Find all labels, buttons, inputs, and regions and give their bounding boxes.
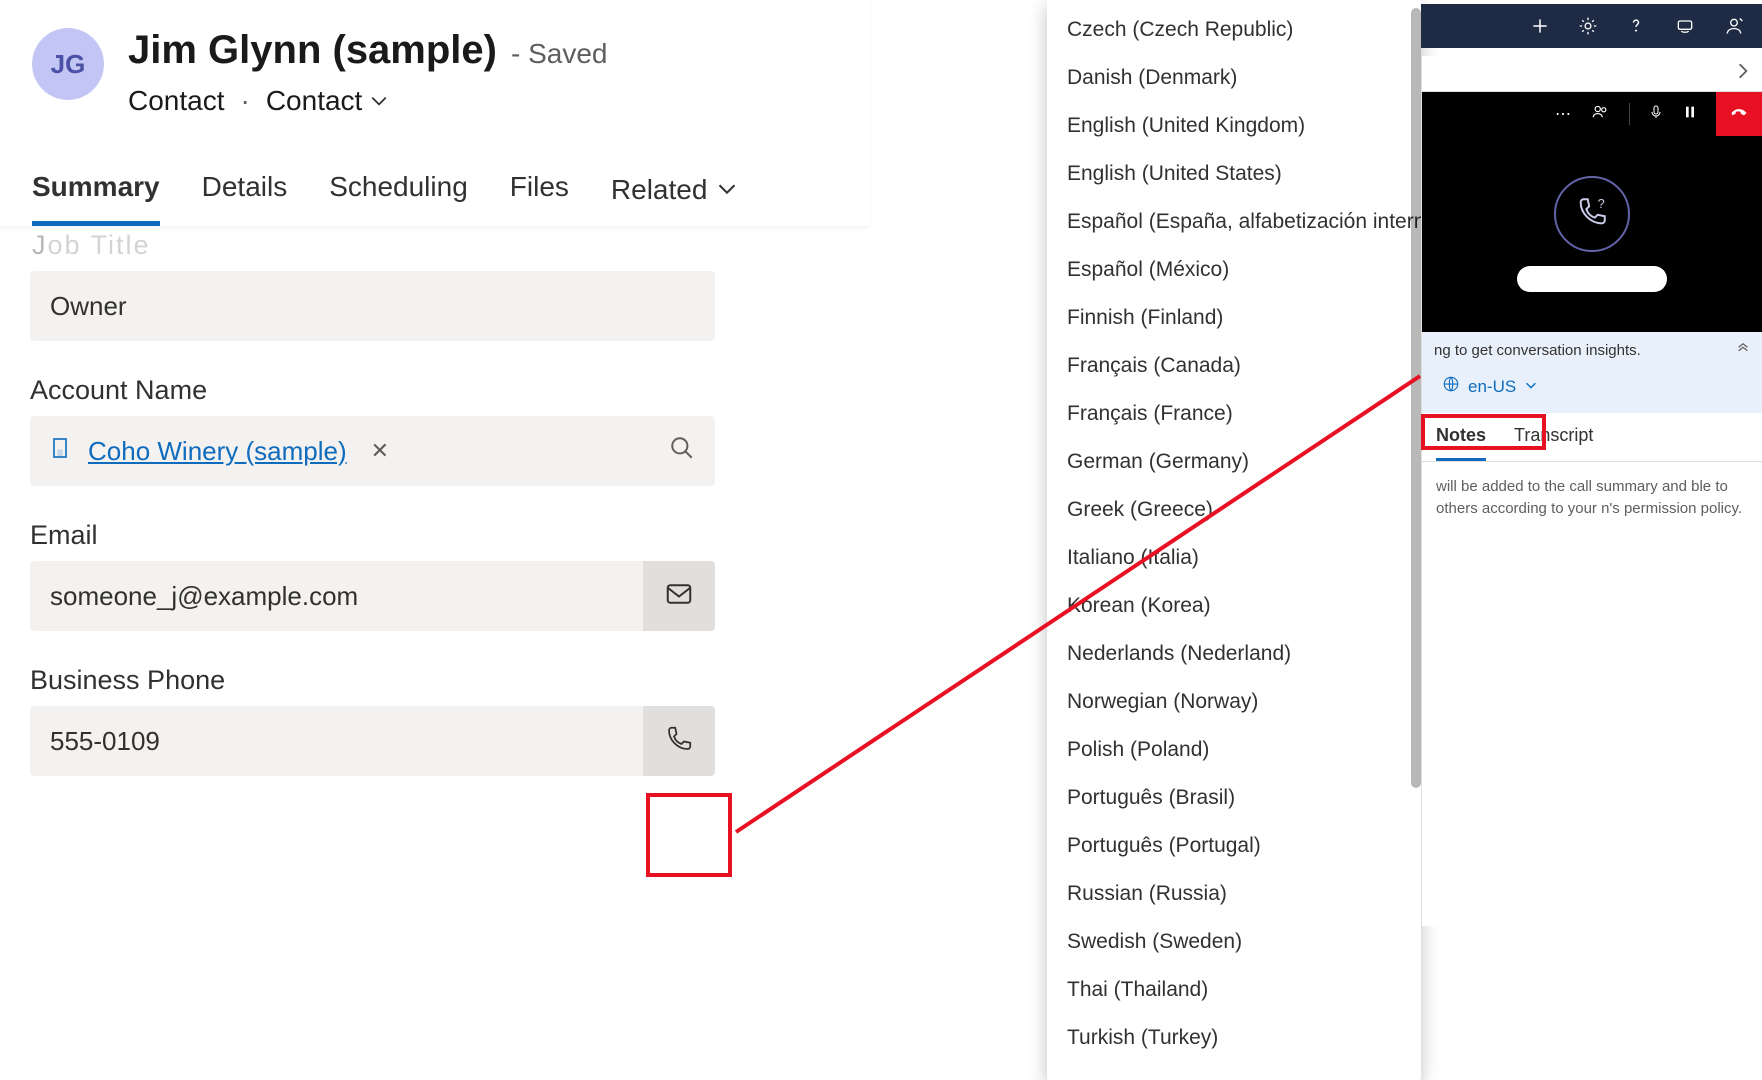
hangup-icon xyxy=(1726,102,1752,127)
gear-icon[interactable] xyxy=(1578,16,1598,36)
scrollbar[interactable] xyxy=(1411,8,1421,788)
contact-avatar: JG xyxy=(32,28,104,100)
call-panel-header xyxy=(1422,56,1762,92)
language-option[interactable]: Français (Canada) xyxy=(1047,342,1421,390)
account-name-link[interactable]: Coho Winery (sample) xyxy=(88,436,347,467)
participant-name-redacted xyxy=(1517,266,1667,292)
business-phone-field[interactable]: 555-0109 xyxy=(30,706,643,776)
call-participant-area: ? xyxy=(1422,136,1762,332)
account-name-field[interactable]: Coho Winery (sample) ✕ xyxy=(30,416,715,486)
account-name-label: Account Name xyxy=(30,375,840,406)
business-phone-value: 555-0109 xyxy=(50,726,160,757)
entity-type-dropdown[interactable]: Contact xyxy=(266,85,389,117)
help-icon[interactable] xyxy=(1626,16,1646,36)
contact-record-pane: JG Jim Glynn (sample) - Saved Contact · … xyxy=(0,0,870,994)
language-option[interactable]: Korean (Korea) xyxy=(1047,582,1421,630)
tab-notes[interactable]: Notes xyxy=(1436,425,1486,461)
pause-icon[interactable] xyxy=(1682,103,1698,126)
more-icon[interactable]: ⋯ xyxy=(1555,104,1571,124)
language-option[interactable]: German (Germany) xyxy=(1047,438,1421,486)
email-label: Email xyxy=(30,520,840,551)
chevron-down-icon xyxy=(370,85,388,117)
account-entity-icon xyxy=(50,436,74,467)
call-status-ring: ? xyxy=(1554,176,1630,252)
record-tabs: Summary Details Scheduling Files Related xyxy=(32,171,840,226)
tab-transcript[interactable]: Transcript xyxy=(1514,425,1593,461)
call-control-bar: ⋯ xyxy=(1422,92,1762,136)
insight-text: ng to get conversation insights. xyxy=(1434,342,1641,359)
tab-scheduling[interactable]: Scheduling xyxy=(329,171,468,226)
chevron-down-icon xyxy=(717,174,737,206)
language-option[interactable]: English (United Kingdom) xyxy=(1047,102,1421,150)
language-option[interactable]: Danish (Denmark) xyxy=(1047,54,1421,102)
tab-related[interactable]: Related xyxy=(611,171,738,226)
language-option[interactable]: English (United States) xyxy=(1047,150,1421,198)
mail-icon xyxy=(664,579,694,614)
language-option[interactable]: Norwegian (Norway) xyxy=(1047,678,1421,726)
contact-fields-area: Job Title Owner Account Name Coho Winery… xyxy=(0,226,870,776)
language-option[interactable]: Français (France) xyxy=(1047,390,1421,438)
chevron-down-icon xyxy=(1524,377,1538,397)
phone-question-icon: ? xyxy=(1575,195,1609,234)
contact-header: JG Jim Glynn (sample) - Saved Contact · … xyxy=(0,0,870,226)
svg-text:?: ? xyxy=(1598,195,1605,210)
globe-icon xyxy=(1442,375,1460,398)
hang-up-button[interactable] xyxy=(1716,92,1762,136)
job-title-label-cut: Job Title xyxy=(32,230,840,261)
language-option[interactable]: Português (Portugal) xyxy=(1047,822,1421,870)
contact-name: Jim Glynn (sample) xyxy=(128,28,497,73)
job-title-value: Owner xyxy=(50,291,127,322)
send-email-button[interactable] xyxy=(643,561,715,631)
remove-account-icon[interactable]: ✕ xyxy=(371,438,389,464)
chevron-right-icon[interactable] xyxy=(1734,62,1752,85)
microphone-icon[interactable] xyxy=(1648,102,1664,127)
email-field-row: someone_j@example.com xyxy=(30,561,715,631)
call-panel-tabs: Notes Transcript xyxy=(1422,413,1762,462)
tab-related-label: Related xyxy=(611,174,708,206)
language-option[interactable]: Turkish (Turkey) xyxy=(1047,1014,1421,1062)
entity-label: Contact xyxy=(128,85,225,117)
business-phone-label: Business Phone xyxy=(30,665,840,696)
entity-type-text: Contact xyxy=(266,85,363,117)
people-icon[interactable] xyxy=(1589,103,1611,126)
language-dropdown[interactable]: Czech (Czech Republic)Danish (Denmark)En… xyxy=(1047,0,1421,1080)
email-field[interactable]: someone_j@example.com xyxy=(30,561,643,631)
person-icon[interactable] xyxy=(1724,16,1744,36)
language-option[interactable]: Español (España, alfabetización internac… xyxy=(1047,198,1421,246)
separator-dot: · xyxy=(241,85,250,117)
dial-phone-button[interactable] xyxy=(643,706,715,776)
phone-field-row: 555-0109 xyxy=(30,706,715,776)
language-option[interactable]: Czech (Czech Republic) xyxy=(1047,6,1421,54)
email-value: someone_j@example.com xyxy=(50,581,358,612)
tab-files[interactable]: Files xyxy=(510,171,569,226)
job-title-field[interactable]: Owner xyxy=(30,271,715,341)
language-option[interactable]: Swedish (Sweden) xyxy=(1047,918,1421,966)
language-chip-label: en-US xyxy=(1468,377,1516,397)
tab-summary[interactable]: Summary xyxy=(32,171,160,226)
assistant-icon[interactable] xyxy=(1674,16,1696,36)
global-command-bar xyxy=(1421,4,1762,48)
call-panel: ⋯ ? ng to get conversation insights. xyxy=(1421,56,1762,926)
language-option[interactable]: Greek (Greece) xyxy=(1047,486,1421,534)
insights-banner: ng to get conversation insights. en-US xyxy=(1422,332,1762,413)
divider xyxy=(1629,103,1630,125)
transcript-language-selector[interactable]: en-US xyxy=(1434,370,1750,403)
language-option[interactable]: Polish (Poland) xyxy=(1047,726,1421,774)
language-option[interactable]: Thai (Thailand) xyxy=(1047,966,1421,1014)
tab-details[interactable]: Details xyxy=(202,171,288,226)
saved-indicator: - Saved xyxy=(511,38,608,70)
language-option[interactable]: Italiano (Italia) xyxy=(1047,534,1421,582)
collapse-icon[interactable] xyxy=(1736,342,1750,360)
language-option[interactable]: Español (México) xyxy=(1047,246,1421,294)
phone-icon xyxy=(664,724,694,759)
language-option[interactable]: Nederlands (Nederland) xyxy=(1047,630,1421,678)
language-option[interactable]: Finnish (Finland) xyxy=(1047,294,1421,342)
add-icon[interactable] xyxy=(1530,16,1550,36)
language-option[interactable]: Russian (Russia) xyxy=(1047,870,1421,918)
notes-info-text: will be added to the call summary and bl… xyxy=(1422,462,1762,534)
language-option[interactable]: Português (Brasil) xyxy=(1047,774,1421,822)
search-icon[interactable] xyxy=(669,435,695,468)
